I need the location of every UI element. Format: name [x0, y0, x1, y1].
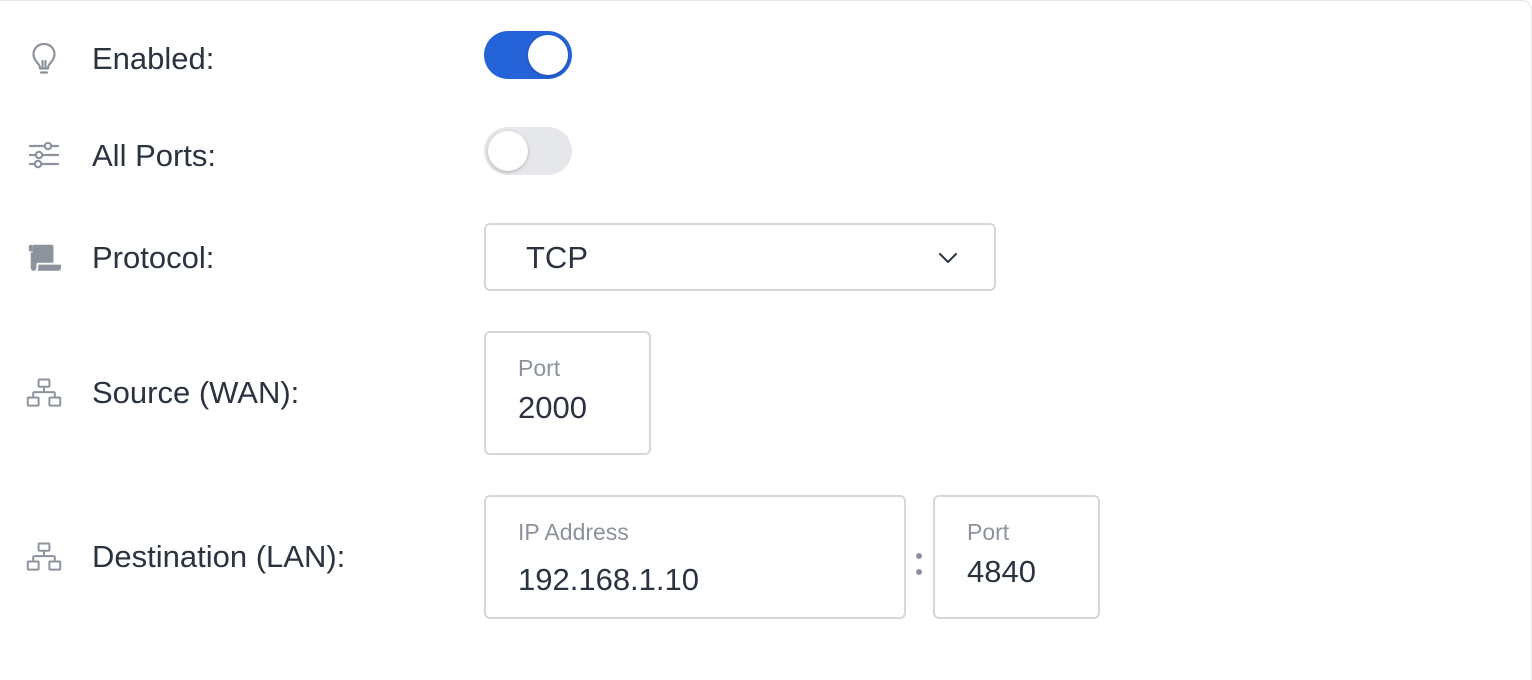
chevron-down-icon [938, 251, 958, 269]
ip-port-separator [914, 547, 924, 579]
destination-ip-label: IP Address [518, 519, 629, 545]
destination-ip-field[interactable]: IP Address 192.168.1.10 [484, 495, 906, 619]
source-port-field[interactable]: Port 2000 [484, 331, 651, 455]
destination-lan-label: Destination (LAN): [92, 539, 346, 574]
destination-ip-input[interactable]: 192.168.1.10 [518, 563, 699, 597]
destination-port-field[interactable]: Port 4840 [933, 495, 1100, 619]
all-ports-toggle[interactable] [484, 127, 572, 175]
toggle-knob [528, 35, 568, 75]
protocol-selected-value: TCP [526, 240, 588, 275]
lightbulb-icon [26, 41, 62, 77]
sliders-icon [26, 137, 62, 173]
protocol-label: Protocol: [92, 240, 215, 275]
network-icon [26, 539, 62, 575]
toggle-knob [488, 131, 528, 171]
source-wan-label: Source (WAN): [92, 375, 300, 410]
enabled-toggle[interactable] [484, 31, 572, 79]
source-port-input[interactable]: 2000 [518, 391, 587, 425]
port-forwarding-form: Enabled: All Ports: Protocol: TCP Source… [0, 0, 1532, 680]
destination-port-input[interactable]: 4840 [967, 555, 1036, 589]
enabled-label: Enabled: [92, 41, 215, 76]
all-ports-label: All Ports: [92, 138, 217, 173]
source-port-label: Port [518, 355, 561, 381]
protocol-select[interactable]: TCP [484, 223, 996, 291]
scroll-icon [26, 240, 62, 276]
network-icon [26, 375, 62, 411]
destination-port-label: Port [967, 519, 1010, 545]
